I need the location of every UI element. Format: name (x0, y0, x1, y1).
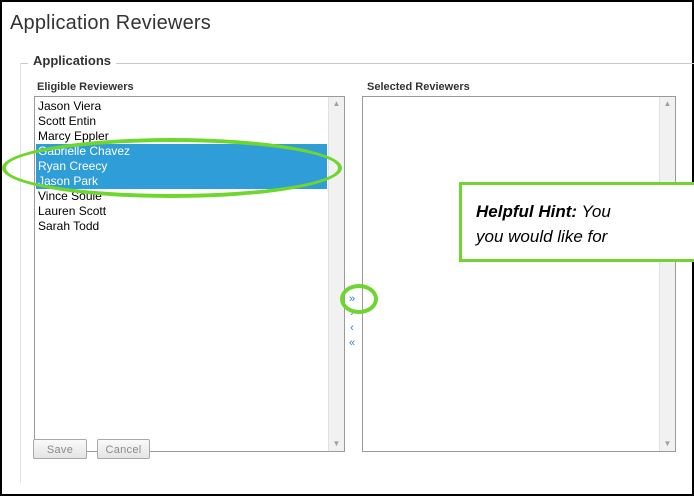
move-all-left-icon[interactable]: « (344, 336, 360, 350)
list-item[interactable]: Jason Viera (36, 99, 327, 114)
selected-reviewers-label: Selected Reviewers (367, 81, 470, 93)
move-button-highlight-ellipse (340, 284, 378, 314)
section-legend: Applications (28, 53, 117, 68)
eligible-reviewers-label: Eligible Reviewers (37, 81, 134, 93)
page-title: Application Reviewers (10, 12, 211, 34)
hint-line-1: Helpful Hint: You (476, 199, 611, 224)
selected-scrollbar[interactable]: ▲ ▼ (659, 97, 675, 451)
selection-highlight-ellipse (2, 138, 342, 198)
list-item[interactable]: Sarah Todd (36, 219, 327, 234)
hint-line-2: you would like for (476, 227, 608, 246)
scroll-down-icon[interactable]: ▼ (329, 437, 344, 451)
scroll-up-icon[interactable]: ▲ (660, 97, 675, 111)
hint-text: Helpful Hint: You you would like for (476, 199, 611, 249)
scroll-down-icon[interactable]: ▼ (660, 437, 675, 451)
eligible-scrollbar[interactable]: ▲ ▼ (328, 97, 344, 451)
fieldset-border (20, 63, 694, 64)
list-item[interactable]: Lauren Scott (36, 204, 327, 219)
scroll-up-icon[interactable]: ▲ (329, 97, 344, 111)
list-item[interactable]: Scott Entin (36, 114, 327, 129)
helpful-hint-callout: Helpful Hint: You you would like for (459, 182, 694, 262)
hint-title: Helpful Hint: (476, 202, 578, 221)
save-button[interactable]: Save (33, 439, 87, 459)
cancel-button[interactable]: Cancel (97, 439, 150, 459)
hint-line-1-rest: You (577, 202, 611, 221)
move-left-icon[interactable]: ‹ (344, 321, 360, 335)
selected-reviewers-listbox[interactable]: ▲ ▼ (362, 96, 676, 452)
fieldset-border-left (20, 63, 21, 483)
